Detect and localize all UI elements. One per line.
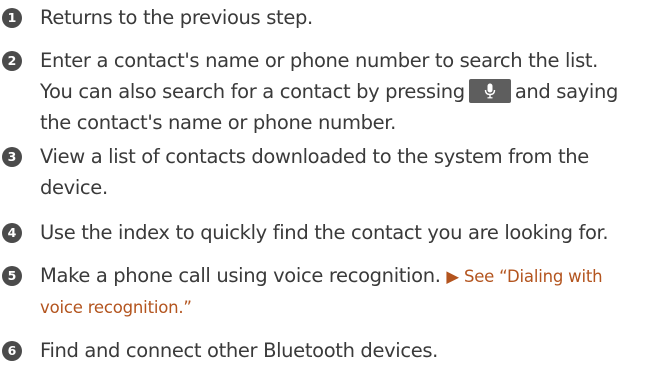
item-5-line-2: voice recognition.”	[40, 291, 602, 322]
cross-reference-link[interactable]: ▶ See “Dialing with	[446, 267, 602, 286]
voice-search-button	[468, 78, 511, 103]
item-1-text: Returns to the previous step.	[40, 6, 313, 29]
item-3-line-2: device.	[40, 176, 108, 199]
item-3-line-1: View a list of contacts downloaded to th…	[40, 145, 589, 168]
number-badge-1: 1	[2, 8, 22, 28]
number-badge-4: 4	[2, 223, 22, 243]
item-5-line-1: Make a phone call using voice recognitio…	[40, 260, 603, 291]
cross-reference-link-continued[interactable]: voice recognition.”	[40, 298, 192, 317]
number-badge-5: 5	[2, 266, 22, 286]
item-2-line-2-before: You can also search for a contact by pre…	[40, 80, 465, 103]
item-5-text: Make a phone call using voice recognitio…	[40, 264, 441, 287]
number-badge-2: 2	[2, 51, 22, 71]
item-6-text: Find and connect other Bluetooth devices…	[40, 339, 439, 362]
item-2-line-1: Enter a contact's name or phone number t…	[40, 49, 599, 72]
item-2-line-3: the contact's name or phone number.	[40, 111, 397, 134]
microphone-icon	[484, 83, 496, 98]
item-4-text: Use the index to quickly find the contac…	[40, 221, 609, 244]
item-2-line-2-after: and saying	[514, 80, 619, 103]
item-2-line-2: You can also search for a contact by pre…	[40, 76, 618, 107]
number-badge-6: 6	[2, 341, 22, 361]
number-badge-3: 3	[2, 147, 22, 167]
